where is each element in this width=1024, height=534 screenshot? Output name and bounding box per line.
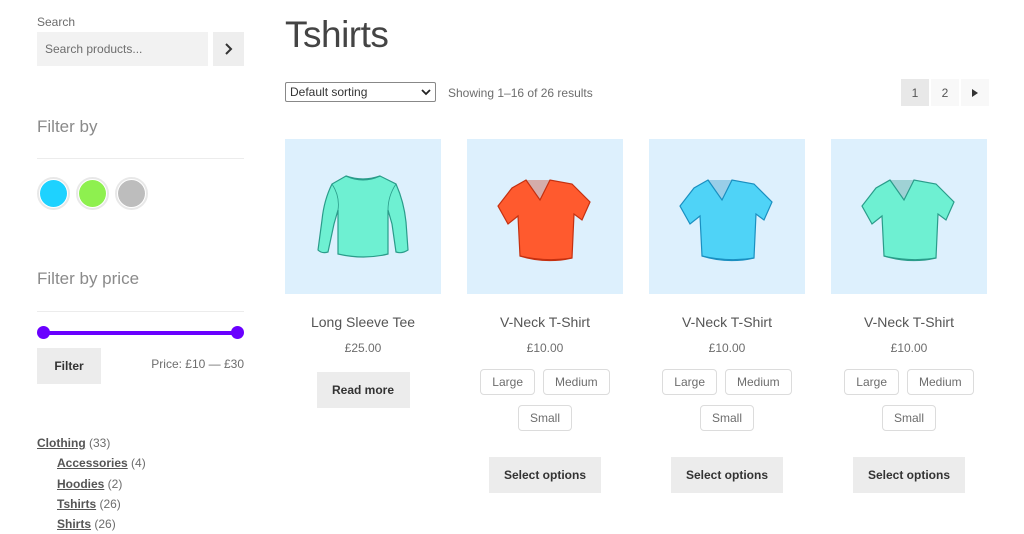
price-slider-min-handle[interactable] [37,326,50,339]
swatch-color [79,180,106,207]
category-link-tshirts[interactable]: Tshirts [57,497,96,511]
product-name[interactable]: V-Neck T-Shirt [500,314,590,330]
select-options-button[interactable]: Select options [671,457,783,493]
category-item: Accessories (4) [37,453,146,473]
filter-by-title: Filter by [37,117,98,136]
size-options: Small [699,405,754,431]
divider [37,311,244,312]
long-sleeve-shirt-icon [317,174,409,258]
triangle-right-icon [972,88,978,97]
pagination: 12 [901,79,989,106]
category-link-hoodies[interactable]: Hoodies [57,477,104,491]
product-price: £10.00 [526,341,564,355]
color-swatches [37,177,148,210]
sort-select-value: Default sorting [290,85,368,99]
product-price: £10.00 [708,341,746,355]
page-1-button[interactable]: 1 [901,79,929,106]
search-form [37,32,244,66]
category-count: (2) [104,476,123,491]
color-swatch-green[interactable] [76,177,109,210]
price-range-label: Price: £10 — £30 [151,357,244,371]
swatch-color [118,180,145,207]
size-option-small[interactable]: Small [699,405,754,431]
category-link-clothing[interactable]: Clothing [37,436,86,450]
product-image[interactable] [831,139,987,294]
search-label: Search [37,15,76,29]
category-link-accessories[interactable]: Accessories [57,456,128,470]
select-options-button[interactable]: Select options [489,457,601,493]
size-options: Large Medium [662,369,792,395]
product-image[interactable] [649,139,805,294]
category-count: (33) [85,436,111,450]
v-neck-shirt-icon [679,178,773,261]
size-options: Small [517,405,572,431]
product-image[interactable] [285,139,441,294]
size-options: Large Medium [480,369,610,395]
category-item: Tshirts (26) [37,494,146,514]
product-price: £25.00 [344,341,382,355]
product-card: Long Sleeve Tee £25.00 Read more [285,139,441,493]
sort-select[interactable]: Default sorting [285,82,436,102]
category-count: (26) [91,517,116,532]
product-name[interactable]: Long Sleeve Tee [311,314,415,330]
size-option-medium[interactable]: Medium [907,369,974,395]
select-options-button[interactable]: Select options [853,457,965,493]
size-options: Small [881,405,936,431]
product-name[interactable]: V-Neck T-Shirt [682,314,772,330]
size-option-large[interactable]: Large [662,369,717,395]
color-swatch-gray[interactable] [115,177,148,210]
read-more-button[interactable]: Read more [316,372,410,408]
search-input[interactable] [37,32,208,66]
product-name[interactable]: V-Neck T-Shirt [864,314,954,330]
category-item: Shirts (26) [37,514,146,534]
product-image[interactable] [467,139,623,294]
product-price: £10.00 [890,341,928,355]
result-count: Showing 1–16 of 26 results [448,86,593,100]
swatch-color [40,180,67,207]
size-option-large[interactable]: Large [844,369,899,395]
size-option-small[interactable]: Small [517,405,572,431]
page-title: Tshirts [285,14,389,55]
v-neck-shirt-icon [861,178,955,261]
page-2-button[interactable]: 2 [931,79,959,106]
product-card: V-Neck T-Shirt £10.00 Large Medium Small Sele… [467,139,623,493]
category-count: (26) [96,496,121,511]
size-option-medium[interactable]: Medium [725,369,792,395]
size-option-small[interactable]: Small [881,405,936,431]
product-grid: Long Sleeve Tee £25.00 Read more V-Neck T-… [285,139,987,493]
size-options: Large Medium [844,369,974,395]
chevron-down-icon [421,89,431,96]
color-swatch-blue[interactable] [37,177,70,210]
next-page-button[interactable] [961,79,989,106]
size-option-large[interactable]: Large [480,369,535,395]
product-card: V-Neck T-Shirt £10.00 Large Medium Small Sele… [831,139,987,493]
price-slider[interactable] [37,326,244,340]
filter-by-price-title: Filter by price [37,269,140,288]
search-submit-button[interactable] [213,32,244,66]
v-neck-shirt-icon [497,178,591,261]
size-option-medium[interactable]: Medium [543,369,610,395]
divider [37,158,244,159]
category-item: Hoodies (2) [37,474,146,494]
product-card: V-Neck T-Shirt £10.00 Large Medium Small Sele… [649,139,805,493]
price-slider-max-handle[interactable] [231,326,244,339]
price-slider-track [42,331,239,335]
filter-button[interactable]: Filter [37,348,101,384]
category-link-shirts[interactable]: Shirts [57,517,91,531]
chevron-right-icon [224,43,232,55]
category-list: Clothing (33) Accessories (4) Hoodies (2) T… [37,433,146,534]
category-count: (4) [127,456,146,471]
category-item: Clothing (33) [37,433,146,453]
